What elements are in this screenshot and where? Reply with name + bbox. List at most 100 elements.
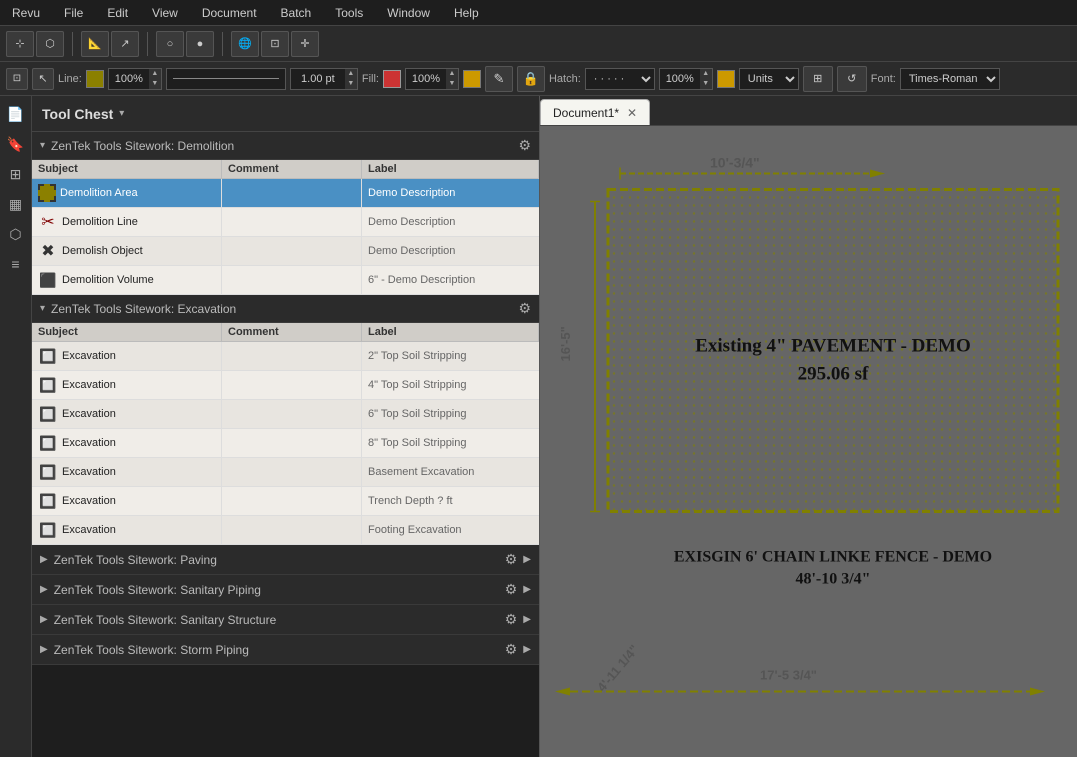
toolbar-btn-circle-fill[interactable]: ● — [186, 31, 214, 57]
fill-opacity-down[interactable]: ▼ — [446, 79, 458, 89]
svg-text:48'-10 3/4": 48'-10 3/4" — [795, 571, 870, 588]
demolish-object-icon: ✖ — [38, 241, 58, 261]
line-opacity-down[interactable]: ▼ — [149, 79, 161, 89]
paving-gear-icon[interactable]: ⚙ — [505, 551, 518, 568]
line-style-preview[interactable] — [166, 68, 286, 90]
canvas-svg: 10'-3/4" 16'-5" Existing 4" PAVEMENT - D… — [540, 126, 1077, 757]
fill-opacity-up[interactable]: ▲ — [446, 69, 458, 79]
toolbar-btn-arrow[interactable]: ↗ — [111, 31, 139, 57]
hatch-opacity-spinner[interactable]: ▲ ▼ — [659, 68, 713, 90]
font-dropdown[interactable]: Times-Roman — [900, 68, 1000, 90]
table-row[interactable]: 🔲 Excavation 4" Top Soil Stripping — [32, 371, 539, 400]
hatch-opacity-input[interactable] — [660, 73, 700, 85]
menu-window[interactable]: Window — [383, 4, 434, 22]
toolbar-btn-circle[interactable]: ○ — [156, 31, 184, 57]
table-row[interactable]: 🔲 Excavation Basement Excavation — [32, 458, 539, 487]
line-color-swatch[interactable] — [86, 70, 104, 88]
section-demolition-gear-icon[interactable]: ⚙ — [518, 137, 531, 154]
hatch-opacity-down[interactable]: ▼ — [700, 79, 712, 89]
table-row[interactable]: ✖ Demolish Object Demo Description — [32, 237, 539, 266]
section-demolition-header[interactable]: ▾ ZenTek Tools Sitework: Demolition ⚙ — [32, 132, 539, 160]
menu-document[interactable]: Document — [198, 4, 261, 22]
section-excavation-gear-icon[interactable]: ⚙ — [518, 300, 531, 317]
fill-pattern-swatch[interactable] — [463, 70, 481, 88]
table-row[interactable]: 🔲 Excavation 6" Top Soil Stripping — [32, 400, 539, 429]
menu-edit[interactable]: Edit — [103, 4, 132, 22]
table-row[interactable]: 🔲 Excavation 8" Top Soil Stripping — [32, 429, 539, 458]
table-row[interactable]: Demolition Area Demo Description — [32, 179, 539, 208]
section-excavation-chevron-icon: ▾ — [40, 303, 45, 314]
collapsed-section-sanitary-piping[interactable]: ▶ ZenTek Tools Sitework: Sanitary Piping… — [32, 575, 539, 605]
line-opacity-input[interactable]: 100% — [109, 73, 149, 85]
sanitary-structure-collapse-icon: ▶ — [40, 614, 48, 625]
line-weight-down[interactable]: ▼ — [345, 79, 357, 89]
left-icon-layers[interactable]: ⊞ — [4, 162, 28, 186]
doc-tab-document1[interactable]: Document1* ✕ — [540, 99, 650, 125]
left-icon-stack[interactable]: ≡ — [4, 252, 28, 276]
left-icon-page[interactable]: 📄 — [4, 102, 28, 126]
doc-tab-close-icon[interactable]: ✕ — [627, 106, 637, 120]
left-icon-bookmark[interactable]: 🔖 — [4, 132, 28, 156]
menu-file[interactable]: File — [60, 4, 87, 22]
table-row[interactable]: 🔲 Excavation Footing Excavation — [32, 516, 539, 545]
toolbar-cursor-btn[interactable]: ↖ — [32, 68, 54, 90]
sanitary-piping-arrow-icon: ▶ — [523, 584, 531, 595]
collapsed-section-paving[interactable]: ▶ ZenTek Tools Sitework: Paving ⚙ ▶ — [32, 545, 539, 575]
collapsed-section-storm-piping[interactable]: ▶ ZenTek Tools Sitework: Storm Piping ⚙ … — [32, 635, 539, 665]
sanitary-piping-gear-icon[interactable]: ⚙ — [505, 581, 518, 598]
section-excavation-header[interactable]: ▾ ZenTek Tools Sitework: Excavation ⚙ — [32, 295, 539, 323]
fill-opacity-input[interactable] — [406, 73, 446, 85]
toolbar-grid-btn[interactable]: ⊞ — [803, 66, 833, 92]
toolbar-lock-btn[interactable]: 🔒 — [517, 66, 545, 92]
hatch-opacity-up[interactable]: ▲ — [700, 69, 712, 79]
toolbar-btn-globe[interactable]: 🌐 — [231, 31, 259, 57]
exc-row5-comment — [222, 458, 362, 486]
table-row[interactable]: ⬛ Demolition Volume 6" - Demo Descriptio… — [32, 266, 539, 295]
canvas-area[interactable]: 10'-3/4" 16'-5" Existing 4" PAVEMENT - D… — [540, 126, 1077, 757]
fill-color-swatch[interactable] — [383, 70, 401, 88]
left-icon-stamp[interactable]: ⬡ — [4, 222, 28, 246]
demolition-table-header: Subject Comment Label — [32, 160, 539, 179]
sanitary-piping-section-title: ZenTek Tools Sitework: Sanitary Piping — [54, 583, 505, 597]
section-excavation-title: ZenTek Tools Sitework: Excavation — [51, 302, 518, 316]
line-weight-up[interactable]: ▲ — [345, 69, 357, 79]
toolbar-btn-cursor[interactable]: ⊹ — [6, 31, 34, 57]
line-weight-input[interactable] — [291, 73, 345, 85]
hatch-dropdown[interactable]: · · · · · — [585, 68, 655, 90]
demo-row4-comment — [222, 266, 362, 294]
storm-piping-gear-icon[interactable]: ⚙ — [505, 641, 518, 658]
sanitary-structure-arrow-icon: ▶ — [523, 614, 531, 625]
toolbar-btn-measure[interactable]: 📐 — [81, 31, 109, 57]
storm-piping-section-title: ZenTek Tools Sitework: Storm Piping — [54, 643, 505, 657]
toolbar-btn-markup[interactable]: ⬡ — [36, 31, 64, 57]
toolbar-group-3: ○ ● — [156, 31, 214, 57]
exc-row2-comment — [222, 371, 362, 399]
hatch-color-swatch[interactable] — [717, 70, 735, 88]
toolbar-btn-select[interactable]: ⊡ — [261, 31, 289, 57]
left-sidebar: 📄 🔖 ⊞ ▦ ⬡ ≡ — [0, 96, 32, 757]
exc-row6-subject: 🔲 Excavation — [32, 487, 222, 515]
sanitary-structure-gear-icon[interactable]: ⚙ — [505, 611, 518, 628]
menu-batch[interactable]: Batch — [277, 4, 316, 22]
toolbar-pen-btn[interactable]: ✎ — [485, 66, 513, 92]
menu-revu[interactable]: Revu — [8, 4, 44, 22]
line-opacity-spinner[interactable]: 100% ▲ ▼ — [108, 68, 162, 90]
menu-help[interactable]: Help — [450, 4, 483, 22]
toolbar-rotate-btn[interactable]: ↺ — [837, 66, 867, 92]
table-row[interactable]: 🔲 Excavation 2" Top Soil Stripping — [32, 342, 539, 371]
toolbar-page-btn[interactable]: ⊡ — [6, 68, 28, 90]
menu-tools[interactable]: Tools — [331, 4, 367, 22]
line-opacity-up[interactable]: ▲ — [149, 69, 161, 79]
table-row[interactable]: ✂ Demolition Line Demo Description — [32, 208, 539, 237]
menu-view[interactable]: View — [148, 4, 182, 22]
left-icon-grid[interactable]: ▦ — [4, 192, 28, 216]
collapsed-section-sanitary-structure[interactable]: ▶ ZenTek Tools Sitework: Sanitary Struct… — [32, 605, 539, 635]
fill-opacity-spinner[interactable]: ▲ ▼ — [405, 68, 459, 90]
toolbar-btn-move[interactable]: ✛ — [291, 31, 319, 57]
line-weight-spinner[interactable]: ▲ ▼ — [290, 68, 358, 90]
tool-chest-chevron-icon[interactable]: ▾ — [119, 108, 124, 119]
table-row[interactable]: 🔲 Excavation Trench Depth ? ft — [32, 487, 539, 516]
units-dropdown[interactable]: Units — [739, 68, 799, 90]
exc-row3-comment — [222, 400, 362, 428]
tool-chest-scroll[interactable]: ▾ ZenTek Tools Sitework: Demolition ⚙ Su… — [32, 132, 539, 757]
